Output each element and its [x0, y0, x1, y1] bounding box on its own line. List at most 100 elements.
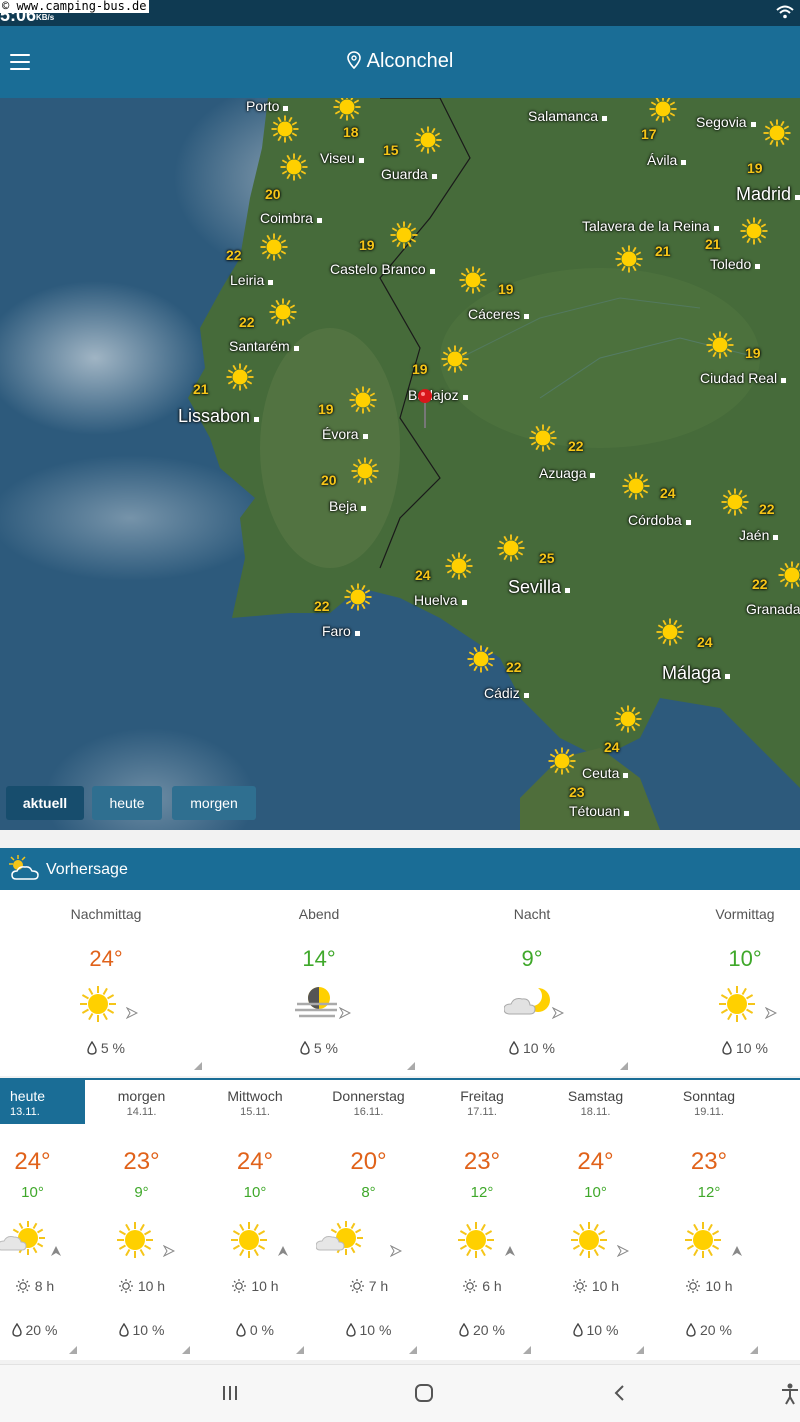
accessibility-icon[interactable] [780, 1383, 800, 1405]
raindrop-icon [686, 1322, 696, 1338]
map-tab-morgen[interactable]: morgen [172, 786, 256, 820]
sun-icon [268, 297, 298, 327]
map-city-label[interactable]: Beja [329, 498, 367, 514]
map-temperature: 22 [759, 501, 775, 517]
map-city-label[interactable]: Viseu [320, 150, 364, 166]
map-temperature: 24 [604, 739, 620, 755]
map-city-label[interactable]: Granada [746, 601, 800, 617]
day-name: Sonntag [682, 1088, 736, 1104]
daily-forecast-row[interactable]: heute 13.11. 24° 10° 8 h 20 % morgen 14.… [0, 1078, 800, 1360]
precipitation-chance: 10 % [426, 1040, 638, 1056]
day-header[interactable]: morgen 14.11. [85, 1080, 198, 1124]
back-icon[interactable] [610, 1383, 630, 1403]
wind-direction-icon [731, 1244, 743, 1262]
wind-direction-icon [277, 1244, 289, 1262]
city-dot-marker [623, 773, 629, 778]
map-city-label[interactable]: Segovia [696, 114, 756, 130]
precipitation-chance: 10 % [639, 1040, 800, 1056]
sun-icon [115, 1220, 155, 1265]
raindrop-icon [118, 1322, 129, 1338]
day-card-1[interactable]: morgen 14.11. 23° 9° 10 h 10 % [85, 1080, 198, 1362]
day-high-temp: 23° [123, 1148, 160, 1175]
day-header[interactable]: Sonntag 19.11. [653, 1080, 766, 1124]
sun-icon [655, 617, 685, 647]
sun-icon [389, 220, 419, 250]
day-card-3[interactable]: Donnerstag 16.11. 20° 8° 7 h 10 % [312, 1080, 425, 1362]
map-city-label[interactable]: Córdoba [628, 512, 691, 528]
map-city-label[interactable]: Coimbra [260, 210, 322, 226]
day-header[interactable]: Mittwoch 15.11. [199, 1080, 312, 1124]
sun-hours-value: 10 h [591, 1278, 620, 1294]
day-card-4[interactable]: Freitag 17.11. 23° 12° 6 h 20 % [426, 1080, 539, 1362]
rain-value: 20 % [25, 1322, 58, 1338]
map-city-label[interactable]: Madrid [736, 184, 800, 205]
map-city-label[interactable]: Tétouan [569, 803, 630, 819]
day-high-temp: 24° [577, 1148, 614, 1175]
day-high-temp: 20° [350, 1148, 387, 1175]
watermark: © www.camping-bus.de [0, 0, 149, 13]
map-tab-heute[interactable]: heute [92, 786, 162, 820]
raindrop-icon [87, 1040, 97, 1056]
map-city-label[interactable]: Castelo Branco [330, 261, 435, 277]
map-city-label[interactable]: Talavera de la Reina [582, 218, 719, 234]
map-city-label[interactable]: Ciudad Real [700, 370, 787, 386]
map-city-label[interactable]: Toledo [710, 256, 761, 272]
day-card-0[interactable]: heute 13.11. 24° 10° 8 h 20 % [0, 1080, 85, 1362]
expand-corner-icon [749, 1346, 758, 1354]
weather-map[interactable]: Porto Salamanca Segovia Viseu Ávila Guarda Mad… [0, 98, 800, 830]
day-header[interactable]: Samstag 18.11. [539, 1080, 652, 1124]
day-name: Donnerstag [332, 1088, 405, 1104]
location-title[interactable]: Alconchel [0, 50, 800, 73]
period-card-abend[interactable]: Abend 14° 5 % [213, 890, 425, 1076]
map-city-label[interactable]: Huelva [414, 592, 467, 608]
day-date: 13.11. [10, 1106, 40, 1118]
day-header[interactable]: Donnerstag 16.11. [312, 1080, 425, 1124]
map-city-label[interactable]: Santarém [229, 338, 299, 354]
map-city-label[interactable]: Leiria [230, 272, 274, 288]
map-city-label[interactable]: Azuaga [539, 465, 596, 481]
day-high-temp: 24° [14, 1148, 51, 1175]
day-card-5[interactable]: Samstag 18.11. 24° 10° 10 h 10 % [539, 1080, 652, 1362]
expand-corner-icon [620, 1062, 628, 1070]
map-city-label[interactable]: Málaga [662, 663, 731, 684]
sun-outline-icon [572, 1278, 588, 1294]
map-city-label[interactable]: Cádiz [484, 685, 529, 701]
map-city-label[interactable]: Ávila [647, 152, 687, 168]
map-city-label[interactable]: Cáceres [468, 306, 530, 322]
day-header[interactable]: heute 13.11. [0, 1080, 85, 1124]
map-tab-aktuell[interactable]: aktuell [6, 786, 84, 820]
city-dot-marker [293, 346, 299, 351]
sun-icon [456, 1220, 496, 1265]
rain-value: 20 % [472, 1322, 505, 1338]
sunshine-hours: 7 h [312, 1278, 425, 1294]
period-card-vormittag[interactable]: Vormittag 10° 10 % [639, 890, 800, 1076]
period-card-nachmittag[interactable]: Nachmittag 24° 5 % [0, 890, 212, 1076]
sun-icon [466, 644, 496, 674]
sun-icon [279, 152, 309, 182]
map-city-label[interactable]: Guarda [381, 166, 437, 182]
sun-icon [270, 114, 300, 144]
recent-apps-icon[interactable] [220, 1383, 240, 1403]
map-city-label[interactable]: Sevilla [508, 577, 571, 598]
day-card-6[interactable]: Sonntag 19.11. 23° 12° 10 h 20 % [653, 1080, 766, 1362]
expand-corner-icon [522, 1346, 531, 1354]
sun-icon [444, 551, 474, 581]
day-card-2[interactable]: Mittwoch 15.11. 24° 10° 10 h 0 % [199, 1080, 312, 1362]
map-city-label[interactable]: Faro [322, 623, 360, 639]
period-forecast-row[interactable]: Nachmittag 24° 5 % Abend 14° 5 % Nacht 9… [0, 890, 800, 1076]
period-card-nacht[interactable]: Nacht 9° 10 % [426, 890, 638, 1076]
map-city-label[interactable]: Jaén [739, 527, 779, 543]
map-temperature: 22 [314, 598, 330, 614]
map-city-label[interactable]: Salamanca [528, 108, 608, 124]
map-city-label[interactable]: Évora [322, 426, 368, 442]
home-icon[interactable] [414, 1383, 434, 1403]
day-name: Mittwoch [227, 1088, 283, 1104]
day-header[interactable]: Freitag 17.11. [426, 1080, 539, 1124]
map-city-label[interactable]: Ceuta [582, 765, 629, 781]
location-marker-icon[interactable] [417, 388, 433, 428]
map-city-label[interactable]: Porto [246, 98, 289, 114]
sun-icon [547, 746, 577, 776]
map-city-label[interactable]: Lissabon [178, 406, 260, 427]
day-low-temp: 12° [697, 1184, 721, 1201]
sun-icon [343, 582, 373, 612]
